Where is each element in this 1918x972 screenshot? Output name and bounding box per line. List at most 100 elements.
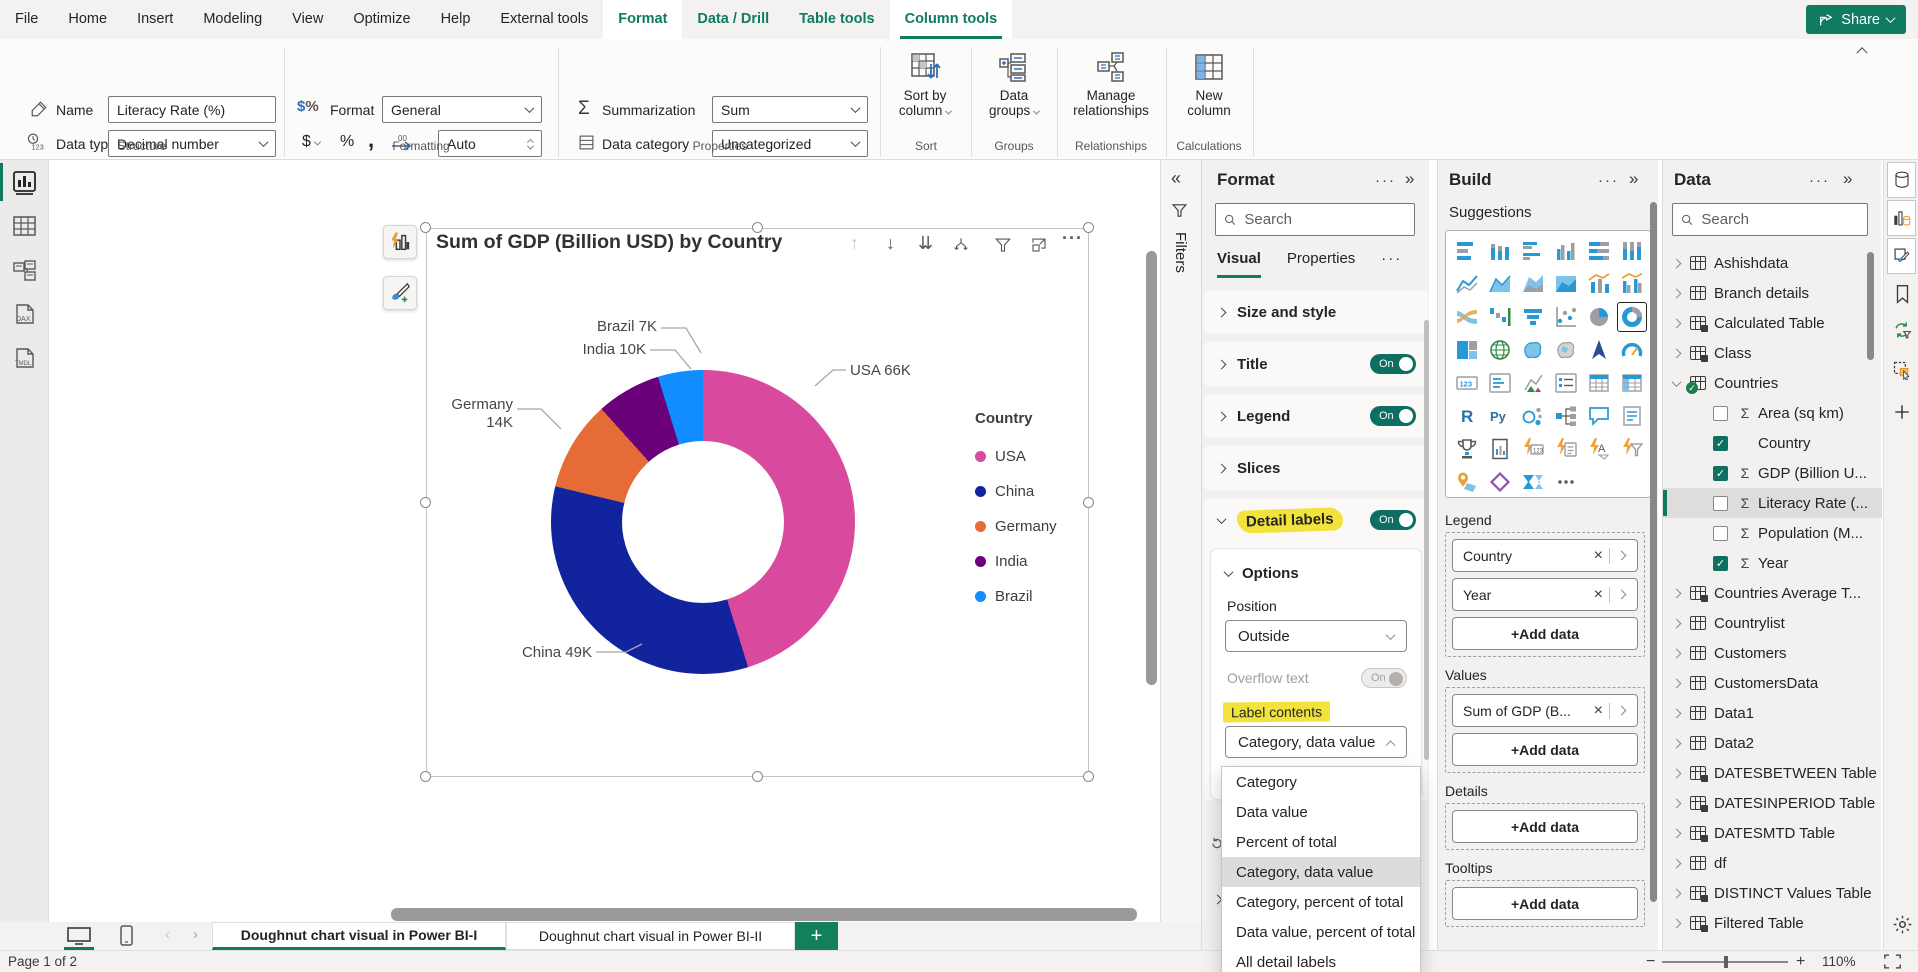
build-pane-more-icon[interactable]: ··· [1598, 172, 1619, 189]
table-item-countries-average-t-[interactable]: Countries Average T... [1663, 578, 1882, 608]
field-item-area-sq-km-[interactable]: ΣArea (sq km) [1663, 398, 1882, 428]
dropdown-option[interactable]: Category, data value [1222, 857, 1420, 887]
table-item-countries[interactable]: ✓Countries [1663, 368, 1882, 398]
focus-mode-icon[interactable] [1030, 236, 1048, 254]
zoom-out-icon[interactable]: − [1646, 953, 1655, 971]
menu-tab-view[interactable]: View [277, 0, 338, 39]
chevron-right-icon[interactable] [1672, 348, 1682, 358]
chevron-right-icon[interactable] [1672, 678, 1682, 688]
add-data-button[interactable]: +Add data [1452, 887, 1638, 920]
menu-tab-file[interactable]: File [0, 0, 53, 39]
field-pill[interactable]: Sum of GDP (B...× [1452, 694, 1638, 727]
table-item-ashishdata[interactable]: Ashishdata [1663, 248, 1882, 278]
filters-pane-label[interactable]: Filters [1172, 232, 1189, 273]
r-script-visual-icon[interactable]: R [1453, 402, 1481, 430]
legend-item-india[interactable]: India [975, 544, 1095, 579]
matrix-icon[interactable] [1618, 369, 1646, 397]
gauge-icon[interactable] [1618, 336, 1646, 364]
checkbox-icon[interactable] [1713, 496, 1728, 511]
power-apps-visual-icon[interactable] [1486, 468, 1514, 496]
azure-maps-visual-icon[interactable] [1453, 468, 1481, 496]
kpi-icon[interactable] [1519, 369, 1547, 397]
dropdown-option[interactable]: Category, percent of total [1222, 887, 1420, 917]
menu-tab-optimize[interactable]: Optimize [338, 0, 425, 39]
field-item-gdp-billion-u-[interactable]: ✓ΣGDP (Billion U... [1663, 458, 1882, 488]
table-item-data1[interactable]: Data1 [1663, 698, 1882, 728]
data-groups-button[interactable]: Datagroups [971, 50, 1057, 118]
treemap-icon[interactable] [1453, 336, 1481, 364]
decomposition-tree-icon[interactable] [1552, 402, 1580, 430]
table-item-customersdata[interactable]: CustomersData [1663, 668, 1882, 698]
resize-handle[interactable] [752, 222, 763, 233]
add-data-button[interactable]: +Add data [1452, 733, 1638, 766]
chevron-right-icon[interactable] [1672, 738, 1682, 748]
remove-field-icon[interactable]: × [1588, 586, 1609, 604]
chevron-right-icon[interactable] [1672, 798, 1682, 808]
button-slicer-icon[interactable] [1618, 435, 1646, 463]
table-item-data2[interactable]: Data2 [1663, 728, 1882, 758]
legend-item-brazil[interactable]: Brazil [975, 579, 1095, 614]
field-item-literacy-rate-[interactable]: ΣLiteracy Rate (... [1663, 488, 1882, 518]
dropdown-option[interactable]: Percent of total [1222, 827, 1420, 857]
add-data-button[interactable]: +Add data [1452, 617, 1638, 650]
metrics-icon[interactable] [1453, 435, 1481, 463]
share-button[interactable]: Share [1806, 5, 1906, 34]
analyze-visual-button[interactable] [383, 225, 417, 259]
menu-tab-column-tools[interactable]: Column tools [890, 0, 1013, 39]
dropdown-option[interactable]: Data value [1222, 797, 1420, 827]
remove-field-icon[interactable]: × [1588, 547, 1609, 565]
collapse-build-pane-icon[interactable]: » [1629, 169, 1638, 189]
format-section-slices[interactable]: Slices [1204, 446, 1428, 490]
resize-handle[interactable] [420, 771, 431, 782]
arrow-down-icon[interactable]: ↓ [886, 233, 895, 254]
chevron-right-icon[interactable] [1672, 708, 1682, 718]
percent-button[interactable]: % [340, 133, 354, 151]
new-card-icon[interactable]: 123 [1519, 435, 1547, 463]
table-item-distinct-values-table[interactable]: DISTINCT Values Table [1663, 878, 1882, 908]
page-tab-2[interactable]: Doughnut chart visual in Power BI-II [506, 922, 795, 950]
stacked-column-chart-icon[interactable] [1486, 237, 1514, 265]
field-item-population-m-[interactable]: ΣPopulation (M... [1663, 518, 1882, 548]
resize-handle[interactable] [1083, 222, 1094, 233]
100-stacked-area-chart-icon[interactable] [1552, 270, 1580, 298]
build-pane-scrollbar[interactable] [1650, 202, 1657, 902]
new-slicer-icon[interactable] [1552, 435, 1580, 463]
key-influencers-icon[interactable] [1519, 402, 1547, 430]
menu-tab-external-tools[interactable]: External tools [485, 0, 603, 39]
format-visual-shortcut-button[interactable] [383, 276, 417, 310]
format-tabs-more-icon[interactable]: ··· [1381, 250, 1402, 278]
collapse-ribbon-button[interactable] [1858, 41, 1866, 59]
zoom-in-icon[interactable]: + [1796, 953, 1805, 971]
menu-tab-help[interactable]: Help [426, 0, 486, 39]
legend-item-usa[interactable]: USA [975, 439, 1095, 474]
more-visuals-icon[interactable] [1552, 468, 1580, 496]
table-item-countrylist[interactable]: Countrylist [1663, 608, 1882, 638]
checkbox-icon[interactable] [1713, 526, 1728, 541]
format-pane-switch[interactable] [1887, 238, 1916, 274]
new-column-button[interactable]: Newcolumn [1166, 50, 1252, 118]
line-and-clustered-column-chart-icon[interactable] [1618, 270, 1646, 298]
sidebar-item-model-view[interactable] [11, 258, 38, 285]
canvas-vertical-scrollbar[interactable] [1146, 251, 1157, 685]
paginated-report-icon[interactable] [1486, 435, 1514, 463]
checkbox-checked-icon[interactable]: ✓ [1713, 556, 1728, 571]
currency-button[interactable]: $ [302, 133, 320, 151]
funnel-chart-icon[interactable] [1519, 303, 1547, 331]
arrow-up-icon[interactable]: ↑ [850, 233, 859, 254]
decimal-auto-stepper[interactable]: Auto [438, 130, 542, 157]
resize-handle[interactable] [420, 222, 431, 233]
format-section-legend[interactable]: LegendOn [1204, 394, 1428, 438]
text-slicer-icon[interactable]: A [1585, 435, 1613, 463]
scatter-chart-icon[interactable] [1552, 303, 1580, 331]
thousands-separator-button[interactable]: , [368, 127, 374, 153]
menu-tab-home[interactable]: Home [53, 0, 122, 39]
line-chart-icon[interactable] [1453, 270, 1481, 298]
clustered-bar-chart-icon[interactable] [1519, 237, 1547, 265]
field-item-country[interactable]: ✓Country [1663, 428, 1882, 458]
chevron-right-icon[interactable] [1672, 588, 1682, 598]
expand-filters-icon[interactable]: « [1171, 168, 1181, 189]
table-item-customers[interactable]: Customers [1663, 638, 1882, 668]
more-options-icon[interactable]: ··· [1062, 228, 1083, 249]
field-pill[interactable]: Country× [1452, 539, 1638, 572]
dropdown-option[interactable]: Data value, percent of total [1222, 917, 1420, 947]
